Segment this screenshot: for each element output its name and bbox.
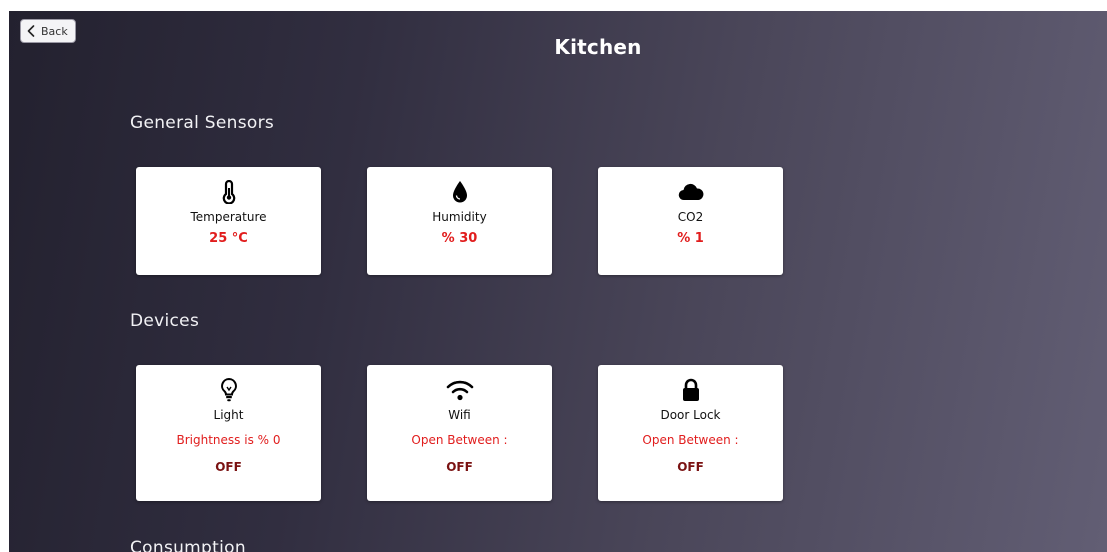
cloud-icon bbox=[598, 179, 783, 205]
sensor-value: % 1 bbox=[677, 231, 704, 246]
page-title: Kitchen bbox=[554, 35, 642, 59]
lock-icon bbox=[598, 377, 783, 403]
sensor-card-humidity[interactable]: Humidity % 30 bbox=[367, 167, 552, 275]
device-status: Open Between : bbox=[411, 433, 508, 447]
section-title-general-sensors: General Sensors bbox=[130, 113, 275, 133]
device-status: Open Between : bbox=[642, 433, 739, 447]
sensor-value: 25 °C bbox=[209, 231, 248, 246]
water-drop-icon bbox=[367, 179, 552, 205]
sensor-card-temperature[interactable]: Temperature 25 °C bbox=[136, 167, 321, 275]
sensor-label: Humidity bbox=[432, 210, 487, 224]
device-label: Light bbox=[213, 408, 244, 422]
device-card-light[interactable]: Light Brightness is % 0 OFF bbox=[136, 365, 321, 501]
sensor-label: Temperature bbox=[190, 210, 267, 224]
device-label: Wifi bbox=[448, 408, 471, 422]
lightbulb-icon bbox=[136, 377, 321, 403]
sensor-card-co2[interactable]: CO2 % 1 bbox=[598, 167, 783, 275]
kitchen-screen: Back Kitchen General Sensors Temperature… bbox=[9, 11, 1107, 552]
sensor-label: CO2 bbox=[677, 210, 704, 224]
device-label: Door Lock bbox=[660, 408, 721, 422]
wifi-icon bbox=[367, 377, 552, 403]
device-status: Brightness is % 0 bbox=[176, 433, 281, 447]
sensor-value: % 30 bbox=[441, 231, 478, 246]
device-state[interactable]: OFF bbox=[136, 460, 321, 474]
device-card-door-lock[interactable]: Door Lock Open Between : OFF bbox=[598, 365, 783, 501]
device-state[interactable]: OFF bbox=[598, 460, 783, 474]
thermometer-icon bbox=[136, 179, 321, 205]
app-window: Back Kitchen General Sensors Temperature… bbox=[0, 0, 1107, 552]
section-title-consumption: Consumption bbox=[130, 538, 246, 552]
section-title-devices: Devices bbox=[130, 311, 200, 331]
device-state[interactable]: OFF bbox=[367, 460, 552, 474]
device-card-wifi[interactable]: Wifi Open Between : OFF bbox=[367, 365, 552, 501]
